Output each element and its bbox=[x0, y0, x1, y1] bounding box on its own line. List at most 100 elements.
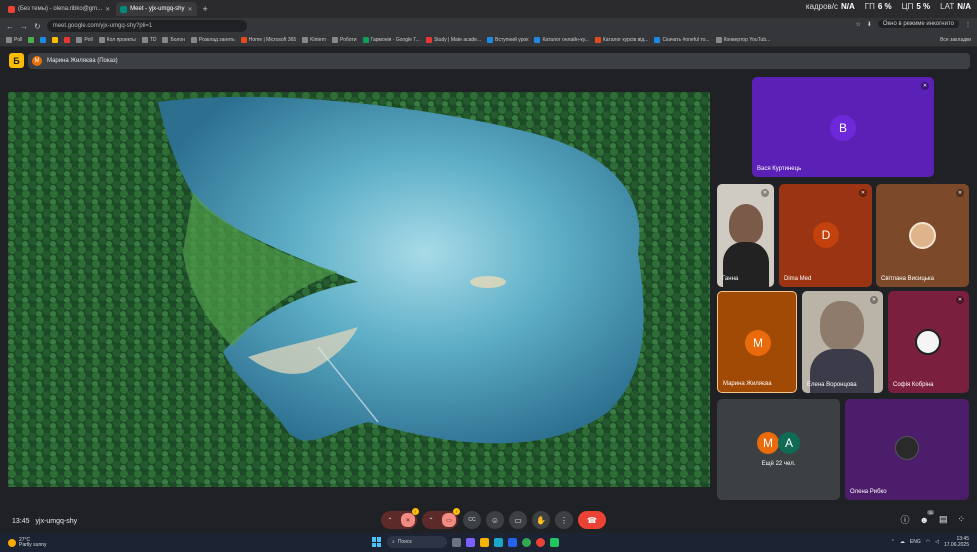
bookmark-item[interactable]: TD bbox=[141, 37, 156, 43]
all-bookmarks[interactable]: Все закладки bbox=[940, 37, 977, 43]
lat-readout: LAT N/A bbox=[940, 2, 971, 11]
app-icon[interactable] bbox=[550, 537, 559, 547]
fps-readout: кадров/с N/A bbox=[805, 2, 855, 11]
meeting-code[interactable]: yjx-umgq-shy bbox=[36, 518, 78, 525]
participant-name: Світлана Висицька bbox=[881, 276, 934, 282]
bookmark-item[interactable]: Розклад занять bbox=[190, 37, 235, 43]
participant-tile[interactable]: ✕ Ганна bbox=[717, 184, 774, 287]
bookmark-icon bbox=[98, 37, 105, 43]
activity-icon[interactable]: Б bbox=[9, 53, 24, 68]
participant-name: Ганна bbox=[722, 276, 739, 282]
participant-tile[interactable]: ✕ Елена Воронцова bbox=[802, 291, 883, 393]
wifi-icon[interactable]: ◠ bbox=[926, 539, 930, 545]
warning-badge: ! bbox=[453, 508, 460, 515]
raise-hand-button[interactable]: ✋ bbox=[532, 511, 550, 529]
meet-app-icon[interactable] bbox=[466, 537, 475, 547]
perf-overlay: кадров/с N/A ГП 6 % ЦП 5 % LAT N/A bbox=[806, 2, 971, 11]
taskview-icon[interactable] bbox=[452, 537, 461, 547]
participant-name: Олена Рибко bbox=[850, 489, 887, 495]
language-indicator[interactable]: ENG bbox=[910, 539, 921, 545]
menu-icon[interactable]: ⋮ bbox=[965, 21, 971, 28]
more-options-button[interactable]: ⋮ bbox=[555, 511, 573, 529]
bookmark-item[interactable]: Конвертор YouTub... bbox=[715, 37, 770, 43]
bookmark-item[interactable]: Home | Microsoft 365 bbox=[240, 37, 296, 43]
bookmark-item[interactable] bbox=[40, 37, 47, 43]
participant-tile[interactable]: ✕ Світлана Висицька bbox=[876, 184, 969, 287]
gpu-readout: ГП 6 % bbox=[864, 2, 892, 11]
close-icon[interactable]: ✕ bbox=[105, 6, 110, 13]
participant-tile[interactable]: D ✕ Dima Med bbox=[779, 184, 872, 287]
address-input[interactable]: meet.google.com/yjx-umgq-shy?pli=1 bbox=[46, 20, 247, 32]
cloud-icon[interactable]: ☁ bbox=[900, 539, 905, 545]
captions-button[interactable]: CC bbox=[463, 511, 481, 529]
chrome-icon[interactable] bbox=[522, 537, 531, 547]
clock[interactable]: 13:45 17.06.2025 bbox=[944, 536, 969, 548]
bookmark-star-icon[interactable]: ☆ bbox=[855, 21, 860, 28]
mic-off-icon: ✕ bbox=[956, 189, 964, 197]
bookmark-item[interactable]: Kintern bbox=[302, 37, 326, 43]
participant-tile[interactable]: ✕ Софія Кобріна bbox=[888, 291, 969, 393]
participant-tile[interactable]: Олена Рибко bbox=[845, 399, 969, 500]
call-controls: ⌃ ✕ ! ⌃ ▭ ! CC ☺ ▭ ✋ ⋮ ☎ bbox=[381, 508, 606, 529]
participant-tile-speaking[interactable]: М Марина Жиляєва bbox=[717, 291, 797, 393]
more-participants-tile[interactable]: М А Ещё 22 чел. bbox=[717, 399, 840, 500]
present-button[interactable]: ▭ bbox=[509, 511, 527, 529]
incognito-badge[interactable]: Окно в режиме инкогнито bbox=[877, 20, 959, 28]
info-icon[interactable]: ⓘ bbox=[900, 513, 909, 526]
edge-icon[interactable] bbox=[494, 537, 503, 547]
bookmark-item[interactable]: Гармонія · Google Т... bbox=[362, 37, 420, 43]
bookmark-item[interactable]: Кол проекты bbox=[98, 37, 136, 43]
participant-video bbox=[729, 204, 763, 244]
participant-tile[interactable]: В ✕ Вася Куртинець bbox=[752, 77, 934, 177]
leave-call-button[interactable]: ☎ bbox=[578, 511, 606, 529]
mic-toggle[interactable]: ⌃ ✕ ! bbox=[381, 508, 419, 529]
volume-icon[interactable]: ◁ bbox=[935, 539, 939, 545]
weather-widget[interactable]: 27°C Partly sunny bbox=[8, 537, 47, 548]
close-icon[interactable]: ✕ bbox=[188, 6, 193, 13]
bookmark-item[interactable] bbox=[64, 37, 71, 43]
store-icon[interactable] bbox=[508, 537, 517, 547]
bookmark-item[interactable]: Болон bbox=[162, 37, 185, 43]
bookmark-item[interactable]: Каталог курсів від... bbox=[594, 37, 648, 43]
people-icon[interactable]: ☻ 31 bbox=[919, 509, 934, 525]
chevron-up-icon[interactable]: ⌃ bbox=[424, 513, 438, 527]
chat-icon[interactable]: ▤ bbox=[939, 514, 948, 525]
bookmark-item[interactable] bbox=[52, 37, 59, 43]
mic-off-icon[interactable]: ✕ bbox=[401, 513, 415, 527]
back-icon[interactable]: ← bbox=[6, 22, 14, 31]
explorer-icon[interactable] bbox=[480, 537, 489, 547]
bookmark-item[interactable] bbox=[28, 37, 35, 43]
bookmark-item[interactable]: Скачать #oneful то... bbox=[654, 37, 710, 43]
avatar: В bbox=[830, 115, 856, 141]
meet-icon bbox=[120, 5, 128, 13]
chevron-up-icon[interactable]: ⌃ bbox=[383, 513, 397, 527]
chrome-alt-icon[interactable] bbox=[536, 537, 545, 547]
tab-label: (Без темы) - olena.ribko@gm... bbox=[18, 6, 103, 12]
bookmark-item[interactable]: Каталог онлайн-ку... bbox=[534, 37, 589, 43]
download-icon[interactable]: ⬇ bbox=[867, 21, 872, 28]
browser-tab-meet[interactable]: Meet - yjx-umgq-shy ✕ bbox=[116, 2, 197, 16]
bookmark-item[interactable]: Роботи bbox=[332, 37, 357, 43]
bookmark-item[interactable]: Study | Mate acade... bbox=[425, 37, 481, 43]
bookmark-icon bbox=[302, 37, 309, 43]
camera-toggle[interactable]: ⌃ ▭ ! bbox=[422, 508, 460, 529]
reload-icon[interactable]: ↻ bbox=[34, 22, 41, 31]
bookmark-item[interactable]: Poll bbox=[76, 37, 93, 43]
windows-start-icon[interactable] bbox=[372, 537, 382, 547]
activities-icon[interactable]: ⁘ bbox=[957, 514, 965, 525]
forward-icon[interactable]: → bbox=[20, 22, 28, 31]
bookmark-icon bbox=[487, 37, 494, 43]
chevron-up-icon[interactable]: ⌃ bbox=[891, 539, 895, 545]
taskbar-search[interactable]: ⌕ Поиск bbox=[387, 536, 447, 548]
bookmark-icon bbox=[594, 37, 601, 43]
browser-tab-gmail[interactable]: (Без темы) - olena.ribko@gm... ✕ bbox=[4, 2, 114, 16]
new-tab-button[interactable]: + bbox=[199, 4, 212, 14]
bookmark-item[interactable]: Вступний урок bbox=[487, 37, 528, 43]
emoji-button[interactable]: ☺ bbox=[486, 511, 504, 529]
warning-badge: ! bbox=[412, 508, 419, 515]
camera-off-icon[interactable]: ▭ bbox=[442, 513, 456, 527]
screen: (Без темы) - olena.ribko@gm... ✕ Meet - … bbox=[0, 0, 977, 552]
avatar: М bbox=[757, 432, 779, 454]
bookmark-item[interactable]: Poll bbox=[6, 37, 22, 43]
browser-tabstrip: (Без темы) - olena.ribko@gm... ✕ Meet - … bbox=[0, 0, 977, 18]
